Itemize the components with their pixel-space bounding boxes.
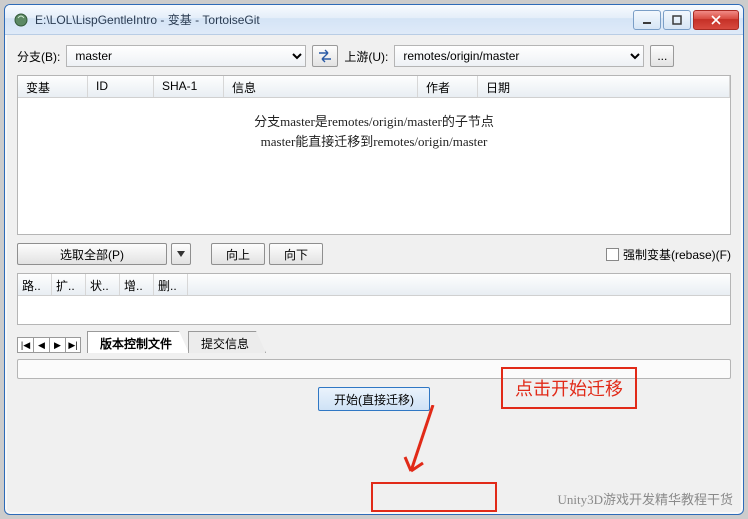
swap-button[interactable] (312, 45, 338, 67)
nav-prev-icon[interactable]: ◀ (33, 337, 49, 353)
annotation-arrow-icon (403, 405, 443, 485)
commit-list[interactable]: 变基 ID SHA-1 信息 作者 日期 分支master是remotes/or… (17, 75, 731, 235)
tab-commit-msg[interactable]: 提交信息 (188, 331, 266, 353)
branch-combo[interactable]: master (66, 45, 306, 67)
commit-list-header: 变基 ID SHA-1 信息 作者 日期 (18, 76, 730, 98)
window-controls (633, 10, 739, 30)
move-down-button[interactable]: 向下 (269, 243, 323, 265)
more-button[interactable]: ... (650, 45, 674, 67)
branch-label: 分支(B): (17, 48, 60, 65)
upstream-combo[interactable]: remotes/origin/master (394, 45, 644, 67)
force-rebase-checkbox[interactable]: 强制变基(rebase)(F) (606, 246, 731, 263)
select-all-dropdown[interactable] (171, 243, 191, 265)
title-bar: E:\LOL\LispGentleIntro - 变基 - TortoiseGi… (5, 5, 743, 35)
ff-message-line2: master能直接迁移到remotes/origin/master (261, 132, 488, 152)
actions-row: 选取全部(P) 向上 向下 强制变基(rebase)(F) (17, 243, 731, 265)
col-rebase[interactable]: 变基 (18, 76, 88, 97)
nav-first-icon[interactable]: |◀ (17, 337, 33, 353)
close-button[interactable] (693, 10, 739, 30)
client-area: 分支(B): master 上游(U): remotes/origin/mast… (5, 35, 743, 514)
move-up-button[interactable]: 向上 (211, 243, 265, 265)
col-id[interactable]: ID (88, 76, 154, 97)
tab-files[interactable]: 版本控制文件 (87, 331, 189, 353)
nav-last-icon[interactable]: ▶| (65, 337, 81, 353)
nav-buttons: |◀ ◀ ▶ ▶| (17, 337, 81, 353)
force-rebase-label: 强制变基(rebase)(F) (623, 246, 731, 263)
col2-spacer (188, 274, 730, 295)
col-date[interactable]: 日期 (478, 76, 730, 97)
tabs: 版本控制文件 提交信息 (87, 331, 265, 353)
start-button[interactable]: 开始(直接迁移) (318, 387, 430, 411)
col2-del[interactable]: 删.. (154, 274, 188, 295)
commit-list-body: 分支master是remotes/origin/master的子节点 maste… (18, 98, 730, 234)
window-title: E:\LOL\LispGentleIntro - 变基 - TortoiseGi… (35, 11, 633, 28)
ff-message-line1: 分支master是remotes/origin/master的子节点 (254, 112, 494, 132)
upstream-label: 上游(U): (344, 48, 388, 65)
tab-bar: |◀ ◀ ▶ ▶| 版本控制文件 提交信息 (17, 329, 731, 353)
col2-add[interactable]: 增.. (120, 274, 154, 295)
maximize-button[interactable] (663, 10, 691, 30)
col-sha1[interactable]: SHA-1 (154, 76, 224, 97)
col-msg[interactable]: 信息 (224, 76, 418, 97)
app-window: E:\LOL\LispGentleIntro - 变基 - TortoiseGi… (4, 4, 744, 515)
checkbox-box[interactable] (606, 248, 619, 261)
branch-row: 分支(B): master 上游(U): remotes/origin/mast… (17, 45, 731, 67)
annotation-box: 点击开始迁移 (501, 367, 637, 409)
app-icon (13, 12, 29, 28)
col-author[interactable]: 作者 (418, 76, 478, 97)
col2-ext[interactable]: 扩.. (52, 274, 86, 295)
col2-path[interactable]: 路.. (18, 274, 52, 295)
col2-state[interactable]: 状.. (86, 274, 120, 295)
nav-next-icon[interactable]: ▶ (49, 337, 65, 353)
watermark-text: Unity3D游戏开发精华教程干货 (557, 489, 733, 508)
annotation-highlight (371, 482, 497, 512)
file-list[interactable]: 路.. 扩.. 状.. 增.. 删.. (17, 273, 731, 325)
minimize-button[interactable] (633, 10, 661, 30)
file-list-header: 路.. 扩.. 状.. 增.. 删.. (18, 274, 730, 296)
select-all-button[interactable]: 选取全部(P) (17, 243, 167, 265)
